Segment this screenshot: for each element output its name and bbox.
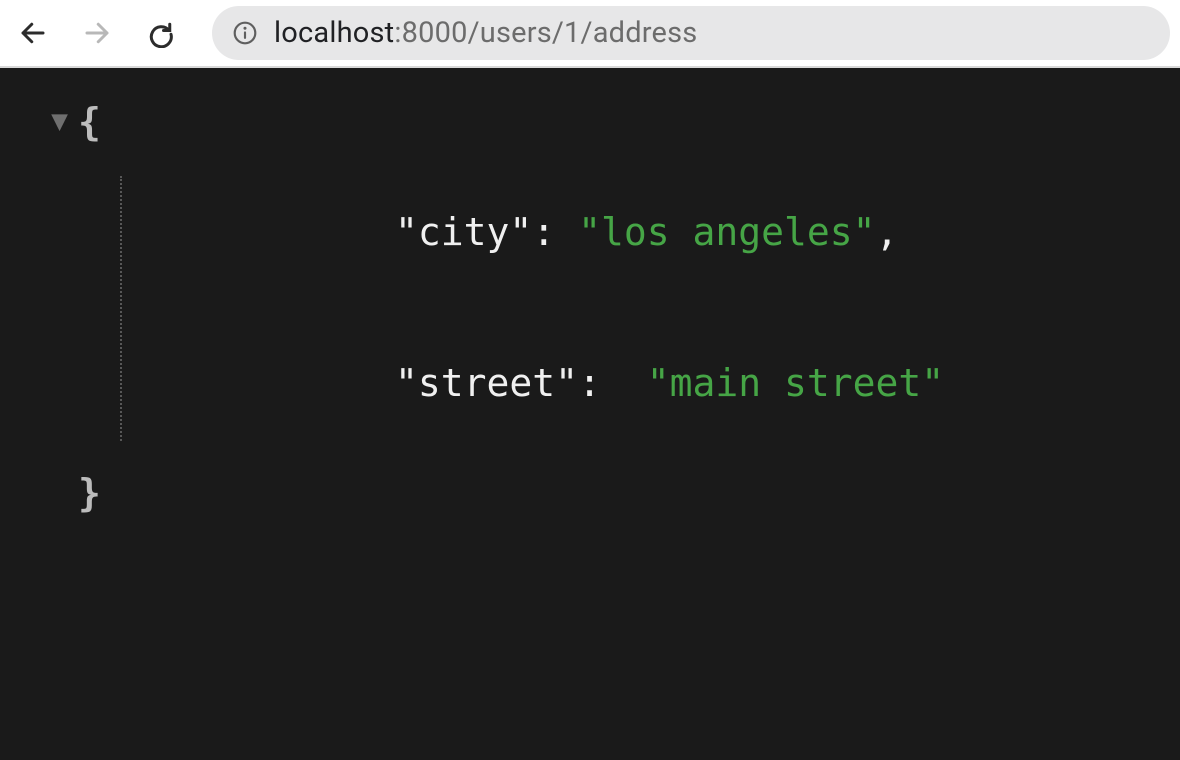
json-key: "city"	[395, 210, 532, 254]
json-key: "street"	[395, 361, 578, 405]
reload-icon	[146, 18, 176, 48]
arrow-left-icon	[18, 18, 48, 48]
gutter: ▼	[20, 102, 78, 137]
json-colon: :	[532, 210, 578, 254]
collapse-toggle-icon[interactable]: ▼	[51, 106, 68, 137]
url-text: localhost:8000/users/1/address	[274, 16, 697, 50]
json-entry: "street": "main street"	[212, 321, 1160, 446]
url-host: localhost	[274, 16, 394, 50]
close-brace: }	[78, 473, 101, 515]
json-entry: "city": "los angeles",	[212, 170, 1160, 295]
json-viewer: ▼ { "city": "los angeles", "street": "ma…	[0, 68, 1180, 760]
open-brace: {	[78, 102, 101, 144]
info-icon	[232, 20, 258, 46]
site-info-button[interactable]	[232, 20, 258, 46]
reload-button[interactable]	[138, 10, 184, 56]
json-value: "los angeles"	[578, 210, 875, 254]
url-path: :8000/users/1/address	[394, 16, 697, 50]
arrow-right-icon	[82, 18, 112, 48]
address-bar[interactable]: localhost:8000/users/1/address	[212, 6, 1170, 60]
json-value: "main street"	[647, 361, 944, 405]
json-open-row: ▼ {	[20, 102, 1160, 144]
back-button[interactable]	[10, 10, 56, 56]
browser-toolbar: localhost:8000/users/1/address	[0, 0, 1180, 66]
json-comma: ,	[876, 210, 899, 254]
forward-button[interactable]	[74, 10, 120, 56]
json-close-row: }	[20, 473, 1160, 515]
json-colon: :	[578, 361, 647, 405]
json-body: "city": "los angeles", "street": "main s…	[78, 170, 1160, 447]
